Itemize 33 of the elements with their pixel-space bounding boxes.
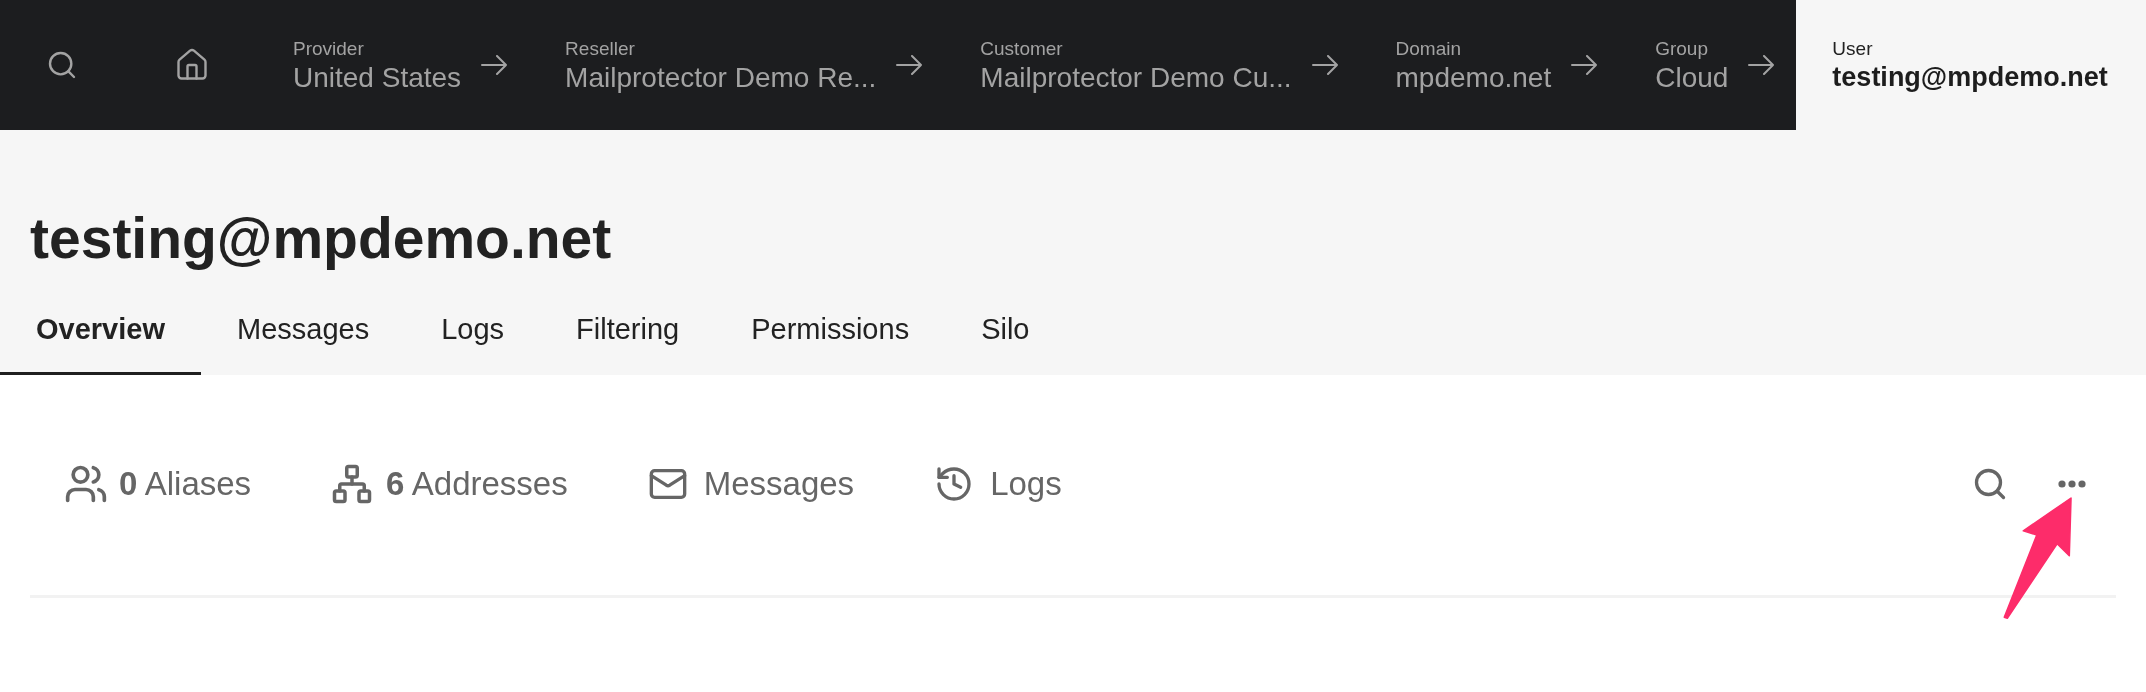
arrow-right-icon bbox=[481, 55, 508, 75]
search-icon[interactable] bbox=[1972, 466, 2008, 502]
tab[interactable]: Messages bbox=[201, 312, 406, 375]
breadcrumb-link[interactable]: Mailprotector Demo Re... bbox=[565, 61, 877, 93]
arrow-right-icon bbox=[1748, 55, 1775, 75]
breadcrumb-link[interactable]: United States bbox=[293, 61, 462, 93]
messages-link[interactable]: Messages bbox=[647, 464, 855, 504]
tab[interactable]: Filtering bbox=[540, 312, 716, 375]
breadcrumb-caption: Group bbox=[1655, 37, 1709, 60]
aliases-link[interactable]: 0 Aliases bbox=[64, 462, 252, 506]
breadcrumb-caption: Domain bbox=[1395, 37, 1463, 60]
breadcrumb-link[interactable]: mpdemo.net bbox=[1395, 61, 1552, 93]
arrow-right-icon bbox=[896, 55, 923, 75]
network-icon bbox=[331, 463, 374, 505]
tab[interactable]: Silo bbox=[945, 312, 1066, 375]
tab[interactable]: Logs bbox=[405, 312, 541, 375]
ellipsis-icon[interactable] bbox=[2058, 480, 2086, 488]
arrow-right-icon bbox=[1571, 55, 1598, 75]
logs-link[interactable]: Logs bbox=[934, 464, 1062, 504]
page-title: testing@mpdemo.net bbox=[30, 205, 613, 272]
tab[interactable]: Permissions bbox=[715, 312, 946, 375]
addresses-link[interactable]: 6 Addresses bbox=[331, 463, 568, 505]
breadcrumb-caption: User bbox=[1832, 37, 1874, 60]
arrow-right-icon bbox=[1311, 55, 1338, 75]
current-user-label: testing@mpdemo.net bbox=[1832, 61, 2108, 93]
breadcrumb-link[interactable]: Mailprotector Demo Cu... bbox=[980, 61, 1292, 93]
home-icon[interactable] bbox=[174, 47, 210, 83]
tab[interactable]: Overview bbox=[0, 312, 201, 375]
breadcrumb-caption: Customer bbox=[980, 37, 1064, 60]
breadcrumb-caption: Reseller bbox=[565, 37, 636, 60]
search-icon[interactable] bbox=[46, 49, 78, 81]
breadcrumb-caption: Provider bbox=[293, 37, 365, 60]
breadcrumb-link[interactable]: Cloud bbox=[1655, 61, 1729, 93]
